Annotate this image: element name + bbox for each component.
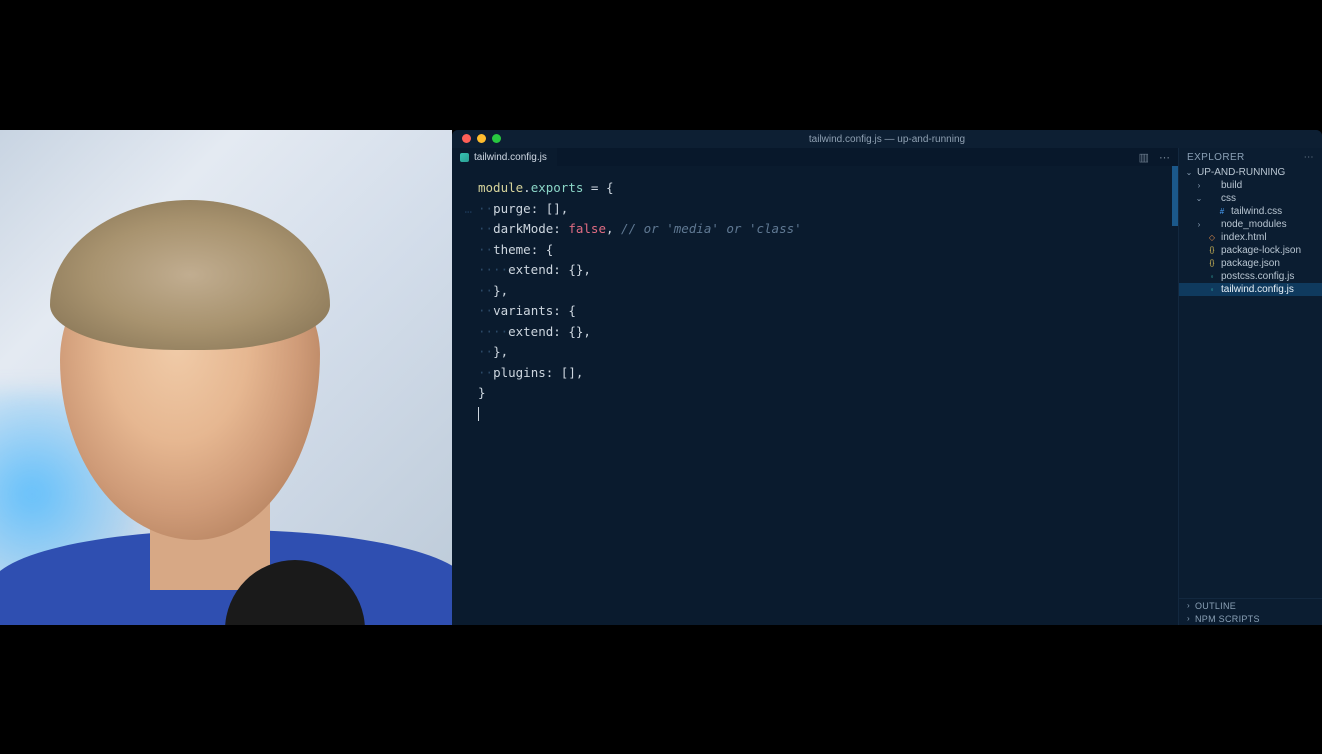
file-package-json[interactable]: package.json xyxy=(1179,257,1322,270)
code-editor[interactable]: module.exports = {…··purge: [],··darkMod… xyxy=(452,166,1178,625)
jsonY-file-icon xyxy=(1207,259,1217,269)
window-title: tailwind.config.js — up-and-running xyxy=(809,134,965,145)
file-postcss-config-js[interactable]: postcss.config.js xyxy=(1179,270,1322,283)
npm-scripts-label: NPM SCRIPTS xyxy=(1195,614,1260,624)
folder-icon xyxy=(1207,194,1217,204)
editor-tab-actions: ▥ ⋯ xyxy=(1139,151,1178,164)
webcam-frame xyxy=(0,130,452,625)
project-root-label: UP-AND-RUNNING xyxy=(1197,167,1285,178)
folder-icon xyxy=(1207,220,1217,230)
tree-item-label: node_modules xyxy=(1221,219,1287,230)
presenter-hair xyxy=(50,200,330,350)
editor-window: tailwind.config.js — up-and-running tail… xyxy=(452,130,1322,625)
split-editor-icon[interactable]: ▥ xyxy=(1139,151,1149,164)
tree-item-label: build xyxy=(1221,180,1242,191)
tree-item-label: css xyxy=(1221,193,1236,204)
window-close-button[interactable] xyxy=(462,134,471,143)
outline-panel-header[interactable]: › OUTLINE xyxy=(1179,599,1322,612)
tree-item-label: postcss.config.js xyxy=(1221,271,1294,282)
window-traffic-lights xyxy=(462,134,501,143)
js-file-icon xyxy=(1207,285,1217,295)
window-minimize-button[interactable] xyxy=(477,134,486,143)
tree-item-label: package.json xyxy=(1221,258,1280,269)
folder-build[interactable]: › build xyxy=(1179,179,1322,192)
tree-item-label: index.html xyxy=(1221,232,1267,243)
editor-tab-bar: tailwind.config.js ▥ ⋯ xyxy=(452,148,1178,166)
file-tailwind-css[interactable]: tailwind.css xyxy=(1179,205,1322,218)
tree-item-label: tailwind.config.js xyxy=(1221,284,1294,295)
window-titlebar: tailwind.config.js — up-and-running xyxy=(452,130,1322,148)
chevron-right-icon: › xyxy=(1187,601,1190,610)
project-root[interactable]: ⌄ UP-AND-RUNNING xyxy=(1179,166,1322,179)
npm-scripts-panel-header[interactable]: › NPM SCRIPTS xyxy=(1179,612,1322,625)
html-file-icon xyxy=(1207,233,1217,243)
tree-item-label: tailwind.css xyxy=(1231,206,1282,217)
folder-node-modules[interactable]: › node_modules xyxy=(1179,218,1322,231)
editor-main-column: tailwind.config.js ▥ ⋯ module.exports = … xyxy=(452,148,1178,625)
folder-css[interactable]: ⌄ css xyxy=(1179,192,1322,205)
folder-icon xyxy=(1207,181,1217,191)
chevron-down-icon: ⌄ xyxy=(1195,194,1203,203)
chevron-right-icon: › xyxy=(1195,181,1203,190)
jsonY-file-icon xyxy=(1207,246,1217,256)
chevron-right-icon: › xyxy=(1187,614,1190,623)
explorer-header: EXPLORER ⋯ xyxy=(1179,148,1322,166)
more-actions-icon[interactable]: ⋯ xyxy=(1159,151,1170,164)
editor-tab-active[interactable]: tailwind.config.js xyxy=(452,148,557,166)
sidebar-bottom-panels: › OUTLINE › NPM SCRIPTS xyxy=(1179,598,1322,625)
explorer-sidebar: EXPLORER ⋯ ⌄ UP-AND-RUNNING › build ⌄ css ta… xyxy=(1178,148,1322,625)
file-index-html[interactable]: index.html xyxy=(1179,231,1322,244)
outline-label: OUTLINE xyxy=(1195,601,1236,611)
js-file-icon xyxy=(1207,272,1217,282)
window-maximize-button[interactable] xyxy=(492,134,501,143)
tree-item-label: package-lock.json xyxy=(1221,245,1301,256)
file-package-lock-json[interactable]: package-lock.json xyxy=(1179,244,1322,257)
css-file-icon xyxy=(1217,207,1227,217)
editor-tab-label: tailwind.config.js xyxy=(474,152,547,163)
editor-minimap[interactable] xyxy=(1172,166,1178,625)
explorer-more-icon[interactable]: ⋯ xyxy=(1304,152,1314,163)
explorer-title: EXPLORER xyxy=(1187,152,1245,163)
file-tailwind-config-js[interactable]: tailwind.config.js xyxy=(1179,283,1322,296)
config-file-icon xyxy=(460,153,469,162)
file-tree: › build ⌄ css tailwind.css › node_modulesindex… xyxy=(1179,179,1322,598)
chevron-down-icon: ⌄ xyxy=(1185,168,1193,177)
chevron-right-icon: › xyxy=(1195,220,1203,229)
